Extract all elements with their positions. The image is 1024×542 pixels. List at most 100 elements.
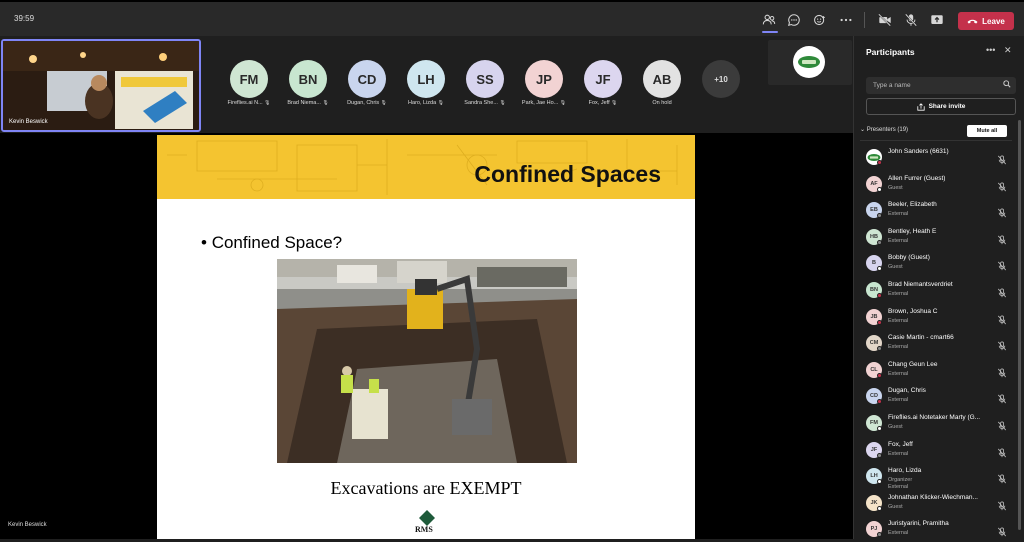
mute-all-button[interactable]: Mute all	[967, 125, 1007, 137]
close-icon[interactable]: ✕	[1004, 45, 1012, 56]
share-invite-button[interactable]: Share invite	[866, 98, 1016, 115]
participant-row[interactable]: CM Casie Martin - cmart66 External	[854, 330, 1020, 356]
participant-name: Brad Niemantsverdriet	[888, 281, 953, 288]
participant-avatar[interactable]: JF	[584, 60, 622, 98]
mic-off-icon[interactable]	[997, 445, 1007, 457]
participant-row[interactable]: HB Bentley, Heath E External	[854, 224, 1020, 250]
mic-off-icon[interactable]	[997, 285, 1007, 298]
participant-role: Guest	[888, 503, 903, 510]
mic-off-icon[interactable]	[997, 418, 1007, 431]
participant-avatar[interactable]: AB	[643, 60, 681, 98]
participant-row[interactable]: JB Brown, Joshua C External	[854, 304, 1020, 330]
participant-row[interactable]: JK Johnathan Klicker-Wiechman... Guest	[854, 490, 1020, 516]
camera-off-icon[interactable]	[877, 13, 893, 27]
participant-search-input[interactable]: Type a name	[866, 77, 1016, 94]
participant-role: External	[888, 530, 909, 537]
share-invite-label: Share invite	[928, 103, 966, 110]
mic-off-icon[interactable]	[997, 338, 1007, 351]
mic-off-icon[interactable]	[997, 391, 1007, 404]
participant-avatar-name: Haro, Lizda	[408, 100, 437, 106]
mic-off-icon[interactable]	[903, 13, 919, 27]
mic-off-icon[interactable]	[997, 179, 1007, 191]
participant-name: Casie Martin - cmart66	[888, 334, 954, 342]
reactions-icon[interactable]	[812, 13, 828, 27]
panel-divider	[860, 140, 1012, 141]
panel-title: Participants	[866, 47, 915, 57]
participant-avatar[interactable]: FM	[230, 60, 268, 98]
slide-header: Confined Spaces	[157, 135, 695, 199]
active-tab-indicator	[762, 31, 778, 33]
participants-panel: Participants ••• ✕ Type a name Share inv…	[853, 36, 1024, 539]
participant-row[interactable]: AF Allen Furrer (Guest) Guest	[854, 171, 1020, 197]
participant-name: Brown, Joshua C	[888, 307, 938, 315]
presence-status-dot	[877, 266, 882, 272]
slide-title: Confined Spaces	[474, 161, 661, 187]
participant-name: Beeler, Elizabeth	[888, 201, 937, 209]
presence-status-dot	[877, 213, 882, 219]
presence-status-dot	[877, 372, 882, 378]
presence-status-dot	[877, 239, 882, 245]
participant-avatar-name: On hold	[652, 100, 672, 106]
participant-row[interactable]: CL Chang Geun Lee External	[854, 357, 1020, 383]
mic-off-icon[interactable]	[997, 258, 1007, 271]
participant-row[interactable]: JF Fox, Jeff External	[854, 437, 1020, 463]
more-options-icon[interactable]	[838, 13, 854, 27]
mic-off-icon[interactable]	[997, 471, 1007, 484]
leave-label: Leave	[982, 16, 1005, 26]
participant-avatar[interactable]: LH	[407, 60, 445, 98]
participant-avatar-label: Haro, Lizda 🎙	[397, 100, 455, 106]
company-logo-tile	[768, 40, 852, 85]
participant-row[interactable]: PJ Juristyarini, Pramitha External	[854, 516, 1020, 542]
participant-list-scrollbar[interactable]	[1018, 120, 1021, 530]
participant-avatar-name: Fireflies.ai N...	[227, 100, 263, 106]
participant-row[interactable]: EB Beeler, Elizabeth External	[854, 197, 1020, 223]
participant-role: Guest	[888, 264, 903, 271]
mic-off-icon[interactable]	[997, 365, 1007, 378]
participant-row[interactable]: BN Brad Niemantsverdriet External	[854, 277, 1020, 303]
self-video-tile[interactable]: Kevin Beswick	[1, 39, 201, 132]
phone-hangup-icon	[967, 19, 978, 23]
participant-row[interactable]: FM Fireflies.ai Notetaker Marty (G... Gues…	[854, 410, 1020, 436]
mic-off-icon[interactable]	[997, 524, 1007, 537]
participant-role: External	[888, 450, 909, 457]
leave-button[interactable]: Leave	[958, 12, 1014, 30]
panel-more-icon[interactable]: •••	[986, 45, 995, 55]
presence-status-dot	[877, 346, 882, 352]
overflow-participants-button[interactable]: +10	[702, 60, 740, 98]
presenters-section-header[interactable]: ⌄ Presenters (19)	[860, 126, 908, 133]
participant-row[interactable]: John Sanders (6631)	[854, 144, 1020, 170]
mic-off-icon[interactable]	[997, 205, 1007, 218]
mic-off-icon[interactable]	[997, 312, 1007, 324]
participant-name: Fireflies.ai Notetaker Marty (G...	[888, 414, 981, 421]
participant-name: Fox, Jeff	[888, 440, 913, 448]
share-screen-icon[interactable]	[929, 13, 945, 27]
meeting-toolbar: 39:59 Leave	[0, 0, 1024, 36]
participant-avatar-label: Fox, Jeff 🎙	[574, 100, 632, 106]
mic-off-icon[interactable]	[997, 152, 1007, 165]
mic-off-icon: 🎙	[436, 100, 444, 106]
participant-row[interactable]: LH Haro, Lizda Organizer External	[854, 463, 1020, 490]
participant-avatar[interactable]: SS	[466, 60, 504, 98]
participant-row[interactable]: B Bobby (Guest) Guest	[854, 250, 1020, 276]
meeting-timer: 39:59	[14, 14, 35, 23]
slide-caption: Excavations are EXEMPT	[330, 478, 522, 498]
people-icon[interactable]	[761, 13, 777, 27]
participant-avatar-name: Brad Niema...	[287, 100, 321, 106]
mic-off-icon[interactable]	[997, 498, 1007, 511]
mic-off-icon: 🎙	[558, 100, 567, 106]
participant-avatar[interactable]: JP	[525, 60, 563, 98]
participant-avatar-label: On hold	[633, 100, 691, 106]
participant-name: Haro, Lizda	[888, 467, 922, 475]
participant-avatar[interactable]: BN	[289, 60, 327, 98]
chat-icon[interactable]	[786, 13, 802, 27]
participant-avatar-name: Fox, Jeff	[588, 100, 610, 106]
mic-off-icon: 🎙	[609, 100, 618, 106]
participant-avatar[interactable]: CD	[348, 60, 386, 98]
participant-avatar-label: Sandra She... 🎙	[456, 100, 514, 106]
mic-off-icon[interactable]	[997, 232, 1007, 245]
participant-avatar-label: Brad Niema... 🎙	[279, 100, 337, 106]
participant-role: External	[888, 344, 909, 351]
participant-name: Bentley, Heath E	[888, 227, 937, 235]
participant-role: External	[888, 211, 909, 218]
participant-row[interactable]: CD Dugan, Chris External	[854, 383, 1020, 409]
